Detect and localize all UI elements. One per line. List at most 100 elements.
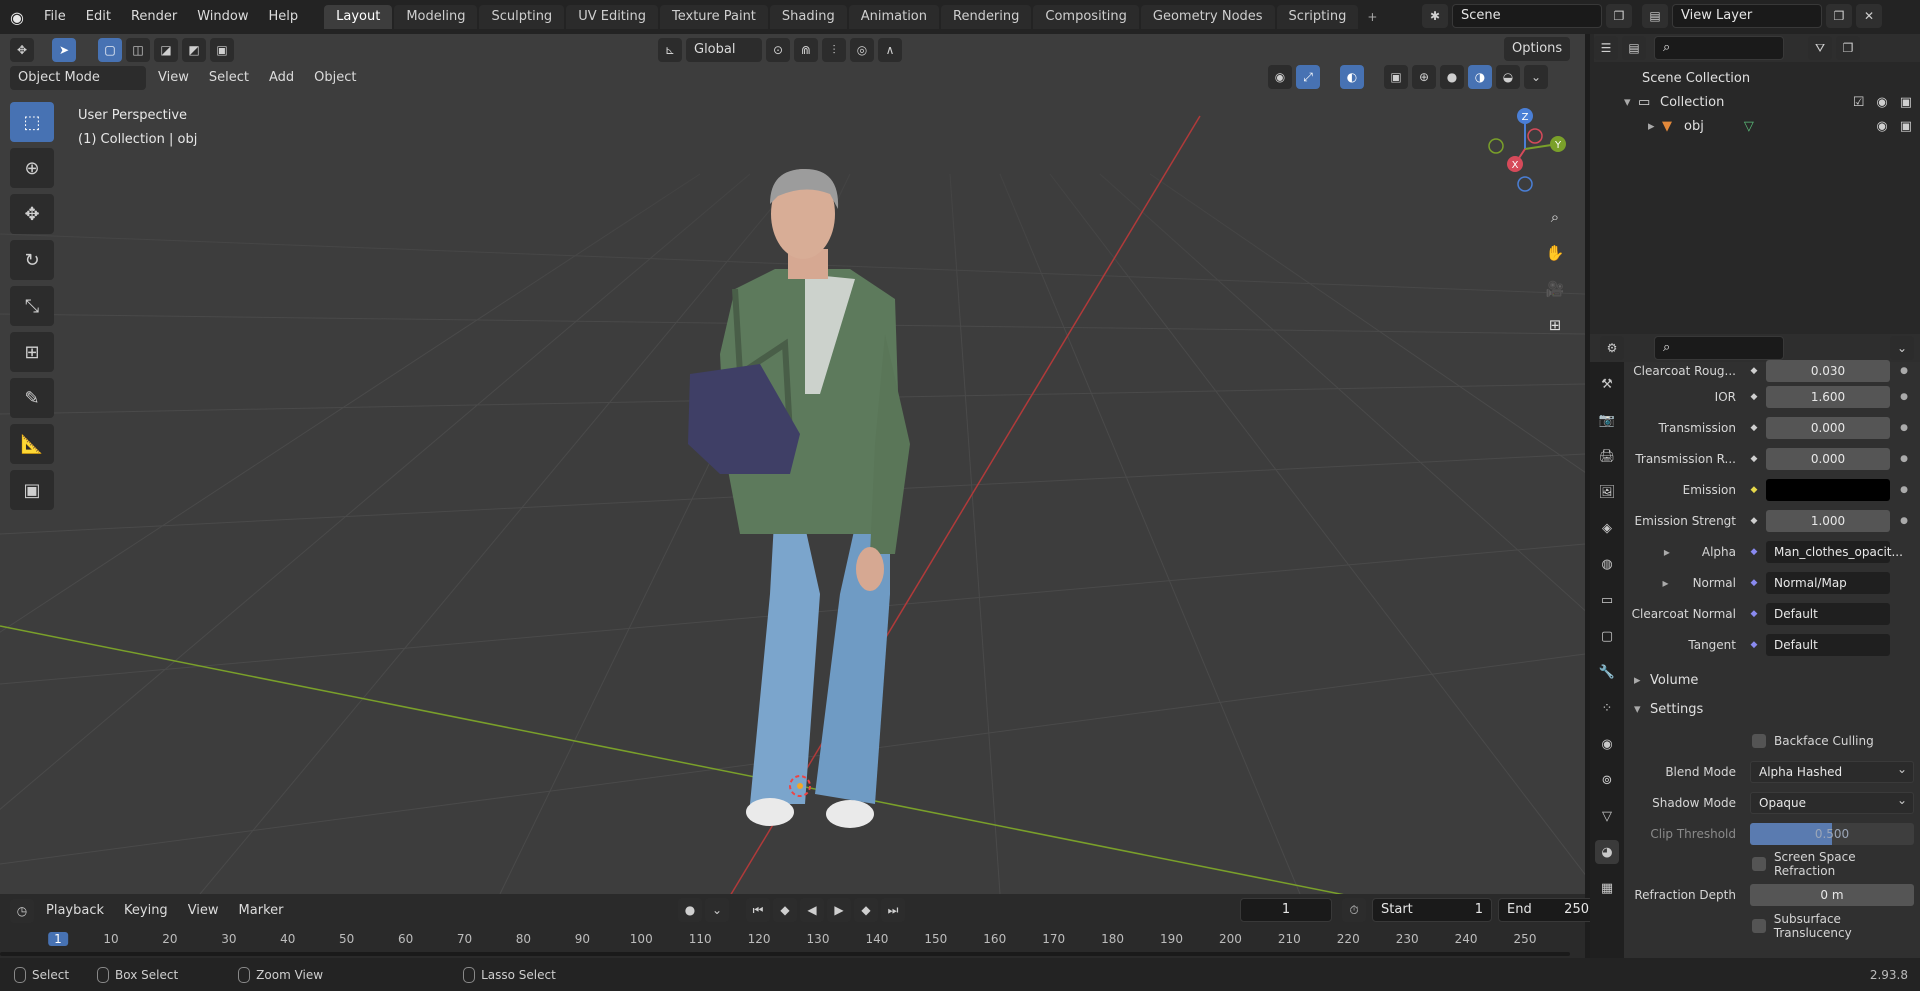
- scene-field[interactable]: Scene: [1452, 4, 1602, 28]
- tangent-field[interactable]: Default: [1766, 634, 1890, 656]
- menu-object[interactable]: Object: [306, 66, 364, 90]
- mesh-data-icon[interactable]: ▽: [1744, 119, 1754, 134]
- proportional-edit-icon[interactable]: ◎: [850, 38, 874, 62]
- menu-keying[interactable]: Keying: [116, 899, 176, 923]
- shadow-mode-dropdown[interactable]: Opaque: [1750, 790, 1914, 814]
- collection-visibility-icon[interactable]: ◉: [1876, 95, 1887, 110]
- display-mode-icon[interactable]: ▤: [1622, 36, 1646, 60]
- link-socket-icon[interactable]: ◆: [1746, 609, 1762, 619]
- tab-geometry-nodes[interactable]: Geometry Nodes: [1140, 5, 1275, 29]
- tab-compositing[interactable]: Compositing: [1033, 5, 1139, 29]
- start-frame-field[interactable]: Start 1: [1372, 898, 1492, 922]
- transform-orientation-icon[interactable]: ⊾: [658, 38, 682, 62]
- properties-options-icon[interactable]: ⌄: [1890, 336, 1914, 360]
- play-icon[interactable]: ▶: [827, 898, 851, 922]
- add-workspace-button[interactable]: +: [1360, 5, 1384, 29]
- new-collection-icon[interactable]: ❐: [1836, 36, 1860, 60]
- navigation-gizmo[interactable]: Z Y X: [1480, 104, 1570, 194]
- snap-target-icon[interactable]: ⫶: [822, 38, 846, 62]
- mode-dropdown[interactable]: Object Mode: [10, 66, 146, 90]
- view-layer-icon[interactable]: ▤: [1642, 4, 1668, 28]
- current-frame-field[interactable]: 1: [1240, 898, 1332, 922]
- remove-view-layer-icon[interactable]: ✕: [1856, 4, 1882, 28]
- clip-threshold-slider[interactable]: 0.500: [1750, 823, 1914, 845]
- visibility-icon[interactable]: ◉: [1268, 65, 1292, 89]
- link-socket-icon[interactable]: ◆: [1746, 547, 1762, 557]
- cursor-tool-icon[interactable]: ⊕: [10, 148, 54, 188]
- menu-add[interactable]: Add: [261, 66, 302, 90]
- add-cube-tool-icon[interactable]: ▣: [10, 470, 54, 510]
- record-icon[interactable]: ●: [678, 898, 702, 922]
- select-subtract-icon[interactable]: ◪: [154, 38, 178, 62]
- keyframe-dot-icon[interactable]: ●: [1896, 454, 1912, 464]
- scene-tab-icon[interactable]: ◈: [1595, 516, 1619, 540]
- play-reverse-icon[interactable]: ◀: [800, 898, 824, 922]
- keyframe-dot-icon[interactable]: ●: [1896, 423, 1912, 433]
- prev-keyframe-icon[interactable]: ◆: [773, 898, 797, 922]
- material-tab-icon[interactable]: ◕: [1595, 840, 1619, 864]
- menu-select[interactable]: Select: [201, 66, 257, 90]
- snap-icon[interactable]: ⋒: [794, 38, 818, 62]
- gizmo-toggle-icon[interactable]: ⤢: [1296, 65, 1320, 89]
- menu-timeline-view[interactable]: View: [180, 899, 227, 923]
- constraints-tab-icon[interactable]: ⊚: [1595, 768, 1619, 792]
- render-tab-icon[interactable]: 📷: [1595, 408, 1619, 432]
- xray-icon[interactable]: ▣: [1384, 65, 1408, 89]
- editor-type-icon[interactable]: ✥: [10, 38, 34, 62]
- menu-help[interactable]: Help: [259, 0, 309, 34]
- menu-file[interactable]: File: [34, 0, 76, 34]
- tab-animation[interactable]: Animation: [848, 5, 939, 29]
- shading-options-icon[interactable]: ⌄: [1524, 65, 1548, 89]
- ior-field[interactable]: 1.600: [1766, 386, 1890, 408]
- volume-panel-header[interactable]: ▸ Volume: [1624, 667, 1920, 693]
- transmission-field[interactable]: 0.000: [1766, 417, 1890, 439]
- select-intersect-icon[interactable]: ▣: [210, 38, 234, 62]
- falloff-icon[interactable]: ∧: [878, 38, 902, 62]
- backface-culling-checkbox[interactable]: [1752, 734, 1766, 748]
- scale-tool-icon[interactable]: ⤡: [10, 286, 54, 326]
- alpha-link-field[interactable]: Man_clothes_opacit...: [1766, 541, 1903, 563]
- select-invert-icon[interactable]: ◩: [182, 38, 206, 62]
- 3d-viewport[interactable]: ✥ ➤ ▢ ◫ ◪ ◩ ▣ ⊾ Global ⊙ ⋒ ⫶ ◎ ∧ Options…: [0, 34, 1585, 894]
- pan-hand-icon[interactable]: ✋: [1542, 240, 1568, 266]
- emission-color-swatch[interactable]: [1766, 479, 1890, 501]
- color-socket-icon[interactable]: ◆: [1746, 485, 1762, 495]
- tab-modeling[interactable]: Modeling: [394, 5, 478, 29]
- keyframe-dot-icon[interactable]: ●: [1896, 366, 1912, 376]
- material-shading-icon[interactable]: ◑: [1468, 65, 1492, 89]
- zoom-icon[interactable]: ⌕: [1542, 204, 1568, 230]
- subsurface-checkbox[interactable]: [1752, 919, 1766, 933]
- end-frame-field[interactable]: End 250: [1498, 898, 1598, 922]
- outliner-object-obj[interactable]: ▸ ▼ obj ▽ ◉ ▣: [1590, 114, 1920, 138]
- options-dropdown[interactable]: Options: [1504, 37, 1571, 61]
- transform-tool-icon[interactable]: ⊞: [10, 332, 54, 372]
- keyframe-dot-icon[interactable]: ●: [1896, 485, 1912, 495]
- menu-window[interactable]: Window: [187, 0, 258, 34]
- tab-shading[interactable]: Shading: [769, 5, 847, 29]
- texture-tab-icon[interactable]: ▦: [1595, 876, 1619, 900]
- next-keyframe-icon[interactable]: ◆: [854, 898, 878, 922]
- solid-shading-icon[interactable]: ●: [1440, 65, 1464, 89]
- socket-dot-icon[interactable]: ◆: [1746, 392, 1762, 402]
- subsurface-row[interactable]: Subsurface Translucency: [1624, 912, 1920, 940]
- object-render-icon[interactable]: ▣: [1900, 119, 1912, 134]
- stopwatch-icon[interactable]: ⏱: [1342, 898, 1366, 922]
- emission-strength-field[interactable]: 1.000: [1766, 510, 1890, 532]
- collection-render-icon[interactable]: ▣: [1900, 95, 1912, 110]
- collection-tab-icon[interactable]: ▭: [1595, 588, 1619, 612]
- tab-texture-paint[interactable]: Texture Paint: [660, 5, 768, 29]
- jump-start-icon[interactable]: ⏮: [746, 898, 770, 922]
- socket-dot-icon[interactable]: ◆: [1746, 366, 1762, 376]
- tab-sculpting[interactable]: Sculpting: [479, 5, 565, 29]
- menu-view[interactable]: View: [150, 66, 197, 90]
- tab-uv-editing[interactable]: UV Editing: [566, 5, 659, 29]
- expand-collection-icon[interactable]: ▾: [1624, 95, 1638, 110]
- overlay-toggle-icon[interactable]: ◐: [1340, 65, 1364, 89]
- menu-playback[interactable]: Playback: [38, 899, 112, 923]
- socket-dot-icon[interactable]: ◆: [1746, 423, 1762, 433]
- timeline-editor-type-icon[interactable]: ◷: [10, 899, 34, 923]
- refraction-depth-field[interactable]: 0 m: [1750, 884, 1914, 906]
- modifier-tab-icon[interactable]: 🔧: [1595, 660, 1619, 684]
- object-visibility-icon[interactable]: ◉: [1876, 119, 1887, 134]
- settings-panel-header[interactable]: ▾ Settings: [1624, 696, 1920, 722]
